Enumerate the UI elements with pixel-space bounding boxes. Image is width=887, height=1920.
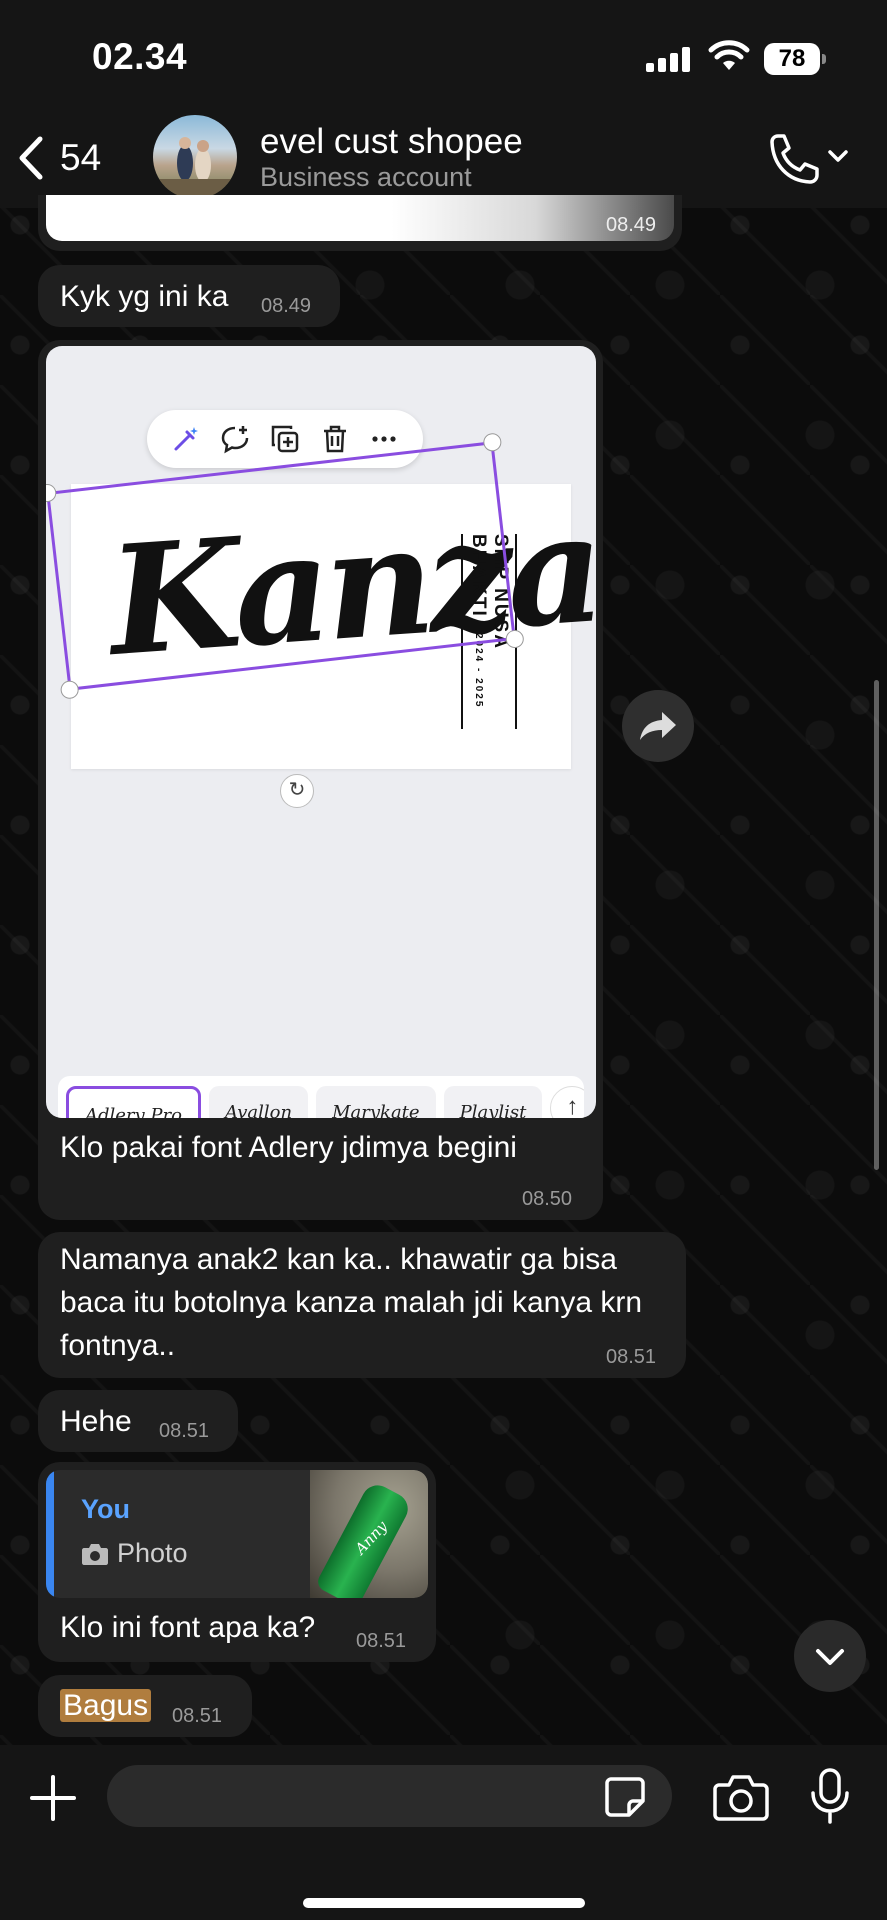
message-text: Namanya anak2 kan ka.. khawatir ga bisa … xyxy=(60,1243,643,1362)
status-time: 02.34 xyxy=(92,36,188,77)
message-time: 08.50 xyxy=(522,1188,573,1210)
status-bar: 02.34 78 xyxy=(0,0,887,110)
message-text: Bagus xyxy=(60,1684,152,1727)
message-text: Klo ini font apa ka? xyxy=(60,1611,316,1644)
home-indicator xyxy=(303,1898,585,1908)
highlighted-text: Bagus xyxy=(60,1689,152,1722)
rotate-icon: ↻ xyxy=(280,774,314,808)
font-option: Adlery Pro xyxy=(66,1086,201,1118)
reply-accent-bar xyxy=(46,1470,54,1598)
font-option: Avallon xyxy=(208,1086,309,1118)
chevron-left-icon xyxy=(19,136,43,180)
message-text: Kyk yg ini ka xyxy=(60,280,229,313)
image-message[interactable]: 08.49 xyxy=(38,195,682,251)
message-input[interactable] xyxy=(107,1765,672,1827)
font-picker: Adlery Pro Avallon Marykate Playlist ↑ xyxy=(58,1076,584,1118)
delete-icon xyxy=(323,425,346,453)
call-button[interactable] xyxy=(762,132,862,188)
message-time: 08.51 xyxy=(606,1346,657,1368)
message-time: 08.49 xyxy=(606,214,657,236)
camera-icon[interactable] xyxy=(713,1773,769,1821)
reply-thumbnail: Anny xyxy=(310,1470,428,1598)
sticker-icon[interactable] xyxy=(603,1775,647,1819)
message-time: 08.51 xyxy=(356,1630,407,1652)
font-option: Playlist xyxy=(443,1086,543,1118)
reply-author: You xyxy=(81,1494,130,1524)
battery-level: 78 xyxy=(764,43,820,75)
message-image[interactable]: Kanza SMP NUSA BHAKTI 2024 - 2025 ↻ Adle… xyxy=(46,346,596,1118)
more-icon xyxy=(372,436,396,442)
reply-type: Photo xyxy=(81,1538,188,1569)
forward-button[interactable] xyxy=(622,690,694,762)
wifi-icon xyxy=(708,40,750,70)
text-message[interactable]: Bagus 08.51 xyxy=(38,1675,252,1737)
contact-subtitle: Business account xyxy=(260,162,472,192)
scroll-down-button[interactable] xyxy=(794,1620,866,1692)
chevron-down-icon xyxy=(816,1649,844,1665)
message-time: 08.49 xyxy=(261,295,312,317)
magic-edit-icon xyxy=(174,427,198,451)
chevron-down-icon xyxy=(828,150,848,162)
plus-icon[interactable] xyxy=(28,1773,78,1823)
text-message[interactable]: Namanya anak2 kan ka.. khawatir ga bisa … xyxy=(38,1232,686,1378)
text-message[interactable]: Hehe 08.51 xyxy=(38,1390,238,1452)
cellular-signal-icon xyxy=(646,46,692,72)
comment-add-icon xyxy=(222,426,249,454)
duplicate-icon xyxy=(271,425,299,453)
message-time: 08.51 xyxy=(172,1705,223,1727)
mic-icon[interactable] xyxy=(808,1767,852,1825)
message-text: Hehe xyxy=(60,1405,132,1438)
unread-count: 54 xyxy=(60,137,102,178)
message-caption: Klo pakai font Adlery jdimya begini xyxy=(60,1131,517,1164)
message-time: 08.51 xyxy=(159,1420,210,1442)
back-button[interactable]: 54 xyxy=(14,126,124,190)
message-image[interactable] xyxy=(46,195,674,241)
font-option: Marykate xyxy=(316,1086,436,1118)
arrow-up-icon: ↑ xyxy=(550,1086,584,1118)
reply-quote[interactable]: You Photo Anny xyxy=(46,1470,428,1598)
text-message[interactable]: Kyk yg ini ka 08.49 xyxy=(38,265,340,327)
message-composer xyxy=(0,1745,887,1920)
chat-header: 54 evel cust shopee Business account xyxy=(0,110,887,208)
battery-icon: 78 xyxy=(764,43,826,75)
reply-message[interactable]: You Photo Anny Klo ini font apa ka? 08.5… xyxy=(38,1462,436,1662)
camera-icon xyxy=(82,1543,108,1565)
scrollbar[interactable] xyxy=(874,680,879,1170)
image-message[interactable]: Kanza SMP NUSA BHAKTI 2024 - 2025 ↻ Adle… xyxy=(38,340,603,1220)
avatar[interactable] xyxy=(153,115,237,199)
phone-icon xyxy=(770,134,819,184)
contact-name[interactable]: evel cust shopee xyxy=(260,122,523,162)
forward-icon xyxy=(640,712,676,740)
